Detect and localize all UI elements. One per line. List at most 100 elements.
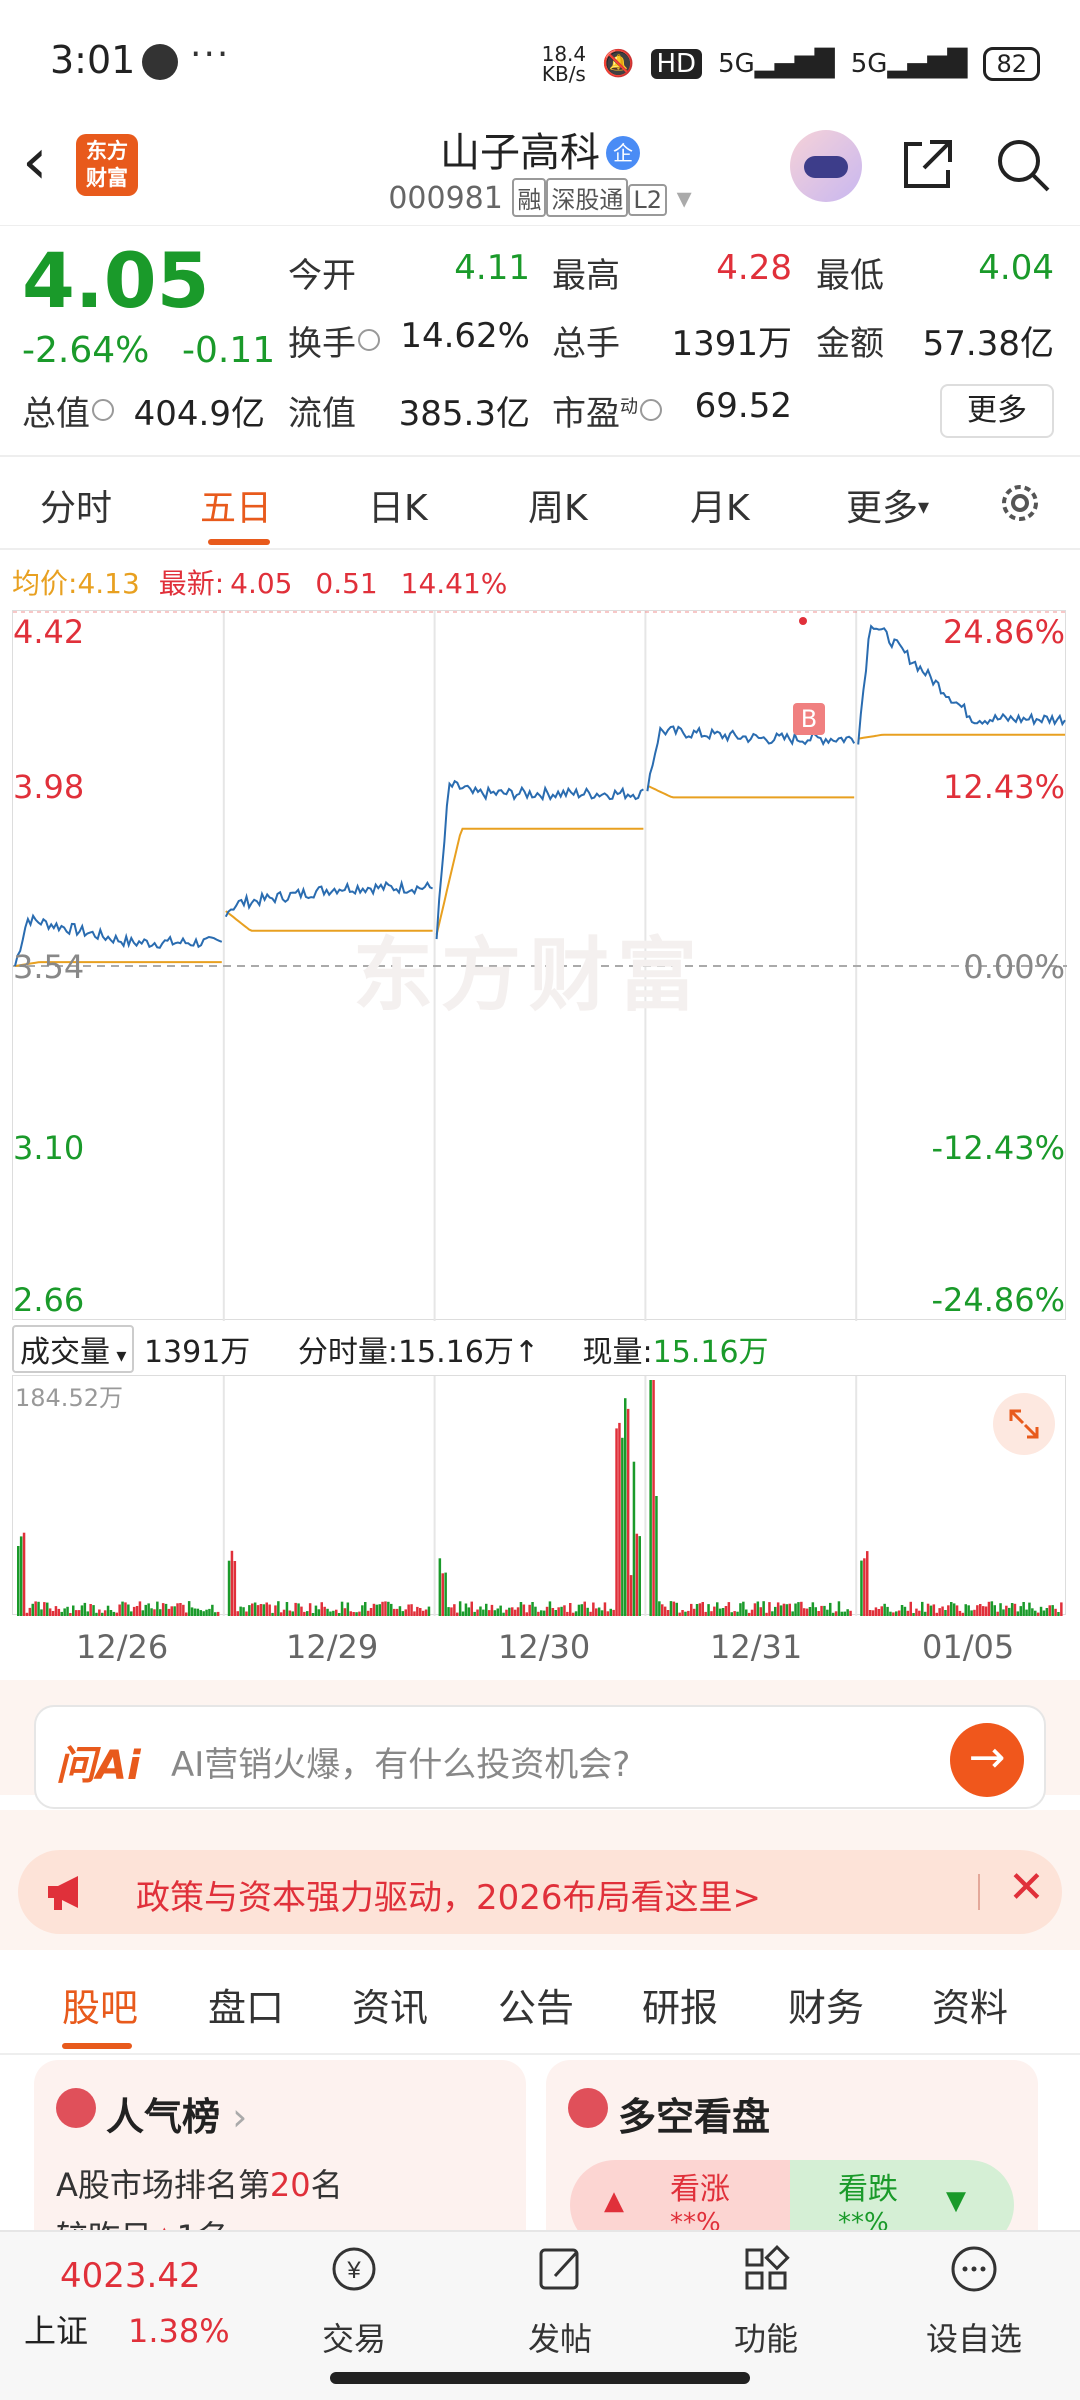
volume-bar — [820, 1605, 823, 1616]
edit-icon — [539, 2248, 579, 2290]
volume-bar — [1034, 1610, 1037, 1616]
volume-bar — [979, 1604, 982, 1616]
hd-icon: HD — [650, 49, 703, 79]
info-icon[interactable] — [92, 399, 114, 421]
ai-submit-button[interactable]: → — [950, 1723, 1024, 1797]
volume-bar — [753, 1603, 757, 1616]
caret-down-icon[interactable]: ▾ — [677, 181, 692, 216]
volume-bar — [288, 1610, 292, 1616]
volume-bar — [450, 1607, 453, 1616]
info-icon[interactable] — [640, 399, 662, 421]
volume-bar — [493, 1610, 497, 1616]
home-indicator[interactable] — [330, 2372, 750, 2384]
change-amount: -0.11 — [182, 330, 276, 371]
tab-monthly-k[interactable]: 月K — [690, 479, 750, 531]
info-tabs: 股吧 盘口 资讯 公告 研报 财务 资料 — [0, 1955, 1080, 2055]
volume-bar — [1010, 1603, 1014, 1616]
tab-finance[interactable]: 财务 — [788, 1977, 864, 2032]
search-icon[interactable] — [994, 136, 1052, 194]
volume-bar — [880, 1606, 883, 1616]
buy-marker[interactable]: B — [793, 703, 825, 735]
price-chart[interactable]: 东方财富 4.42 3.98 3.54 3.10 2.66 24.86% 12.… — [12, 610, 1067, 1321]
volume-bar — [205, 1609, 208, 1616]
volume-bar — [320, 1602, 323, 1616]
volume-bar — [739, 1603, 742, 1616]
volume-selector[interactable]: 成交量 ▾ — [12, 1325, 135, 1373]
volume-bar — [511, 1607, 514, 1616]
volume-bar — [361, 1605, 364, 1616]
volume-bar — [843, 1611, 846, 1616]
volume-bar — [698, 1603, 702, 1616]
volume-bar — [834, 1611, 838, 1616]
app-logo[interactable]: 东方 财富 — [76, 134, 138, 196]
volume-bar — [663, 1606, 667, 1616]
tab-forum[interactable]: 股吧 — [62, 1977, 138, 2032]
yen-coin-icon: ¥ — [332, 2247, 376, 2291]
index-ticker[interactable]: 4023.42 上证 1.38% — [24, 2256, 244, 2352]
volume-bar — [115, 1612, 118, 1616]
volume-bar — [548, 1601, 552, 1616]
gear-icon[interactable] — [996, 479, 1044, 527]
volume-bar — [390, 1603, 393, 1616]
signal-icon-2: 5G▂▄▆█ — [850, 49, 968, 79]
tab-news[interactable]: 资讯 — [352, 1977, 428, 2032]
info-icon[interactable] — [358, 329, 380, 351]
volume-bar — [230, 1550, 234, 1616]
tag-margin: 融 — [512, 178, 547, 217]
volume-bar — [944, 1610, 947, 1616]
volume-bar — [750, 1609, 754, 1616]
back-icon[interactable]: ‹ — [22, 130, 48, 194]
volume-bar — [1025, 1609, 1028, 1616]
volume-bar — [300, 1606, 303, 1616]
tab-five-day[interactable]: 五日 — [200, 479, 272, 531]
volume-bar — [736, 1611, 739, 1616]
ai-search-bar[interactable]: 问Ai AI营销火爆，有什么投资机会? → — [34, 1705, 1046, 1809]
volume-bar — [40, 1609, 43, 1616]
promo-banner[interactable]: 政策与资本强力驱动，2026布局看这里> ✕ — [18, 1850, 1062, 1934]
volume-bar — [871, 1610, 875, 1616]
ai-input-placeholder[interactable]: AI营销火爆，有什么投资机会? — [171, 1737, 630, 1786]
tab-more[interactable]: 更多▾ — [846, 479, 929, 531]
volume-chart[interactable]: 184.52万 — [12, 1375, 1066, 1616]
nav-functions[interactable]: 功能 — [706, 2242, 826, 2360]
bull-bear-title: 多空看盘 — [618, 2095, 771, 2139]
volume-bar — [161, 1603, 165, 1616]
volume-bar — [609, 1608, 612, 1616]
tab-profile[interactable]: 资料 — [932, 1977, 1008, 2032]
divider — [978, 1874, 980, 1910]
status-bar: 3:01 ··· 18.4 KB/s 🔕 HD 5G▂▄▆█ 5G▂▄▆█ 82 — [0, 0, 1080, 120]
nav-add-watchlist[interactable]: 设自选 — [914, 2242, 1034, 2360]
volume-bar — [1013, 1603, 1017, 1616]
volume-bar — [112, 1611, 116, 1616]
nav-trade[interactable]: ¥ 交易 — [294, 2242, 414, 2360]
tag-l2: L2 — [628, 184, 668, 216]
tab-daily-k[interactable]: 日K — [368, 479, 428, 531]
tab-announcements[interactable]: 公告 — [498, 1977, 574, 2032]
assistant-avatar[interactable] — [790, 130, 862, 202]
volume-bar — [999, 1603, 1002, 1616]
volume-bar — [135, 1606, 139, 1616]
share-icon[interactable] — [900, 136, 956, 192]
volume-bar — [138, 1601, 142, 1616]
tab-weekly-k[interactable]: 周K — [528, 479, 588, 531]
volume-bar — [762, 1601, 765, 1616]
volume-bar — [649, 1380, 652, 1616]
volume-bar — [672, 1601, 676, 1616]
tab-research[interactable]: 研报 — [642, 1977, 718, 2032]
tab-orderbook[interactable]: 盘口 — [208, 1977, 284, 2032]
promo-text[interactable]: 政策与资本强力驱动，2026布局看这里> — [136, 1870, 761, 1919]
more-quote-button[interactable]: 更多 — [940, 384, 1054, 438]
volume-bar — [185, 1612, 188, 1616]
nav-post[interactable]: 发帖 — [500, 2242, 620, 2360]
tab-intraday[interactable]: 分时 — [40, 479, 112, 531]
volume-bar — [632, 1461, 636, 1616]
volume-bar — [196, 1608, 200, 1616]
volume-bar — [485, 1603, 488, 1616]
close-icon[interactable]: ✕ — [1008, 1862, 1045, 1913]
volume-bar — [993, 1605, 996, 1616]
x-label-4: 01/05 — [922, 1628, 1015, 1666]
expand-icon[interactable] — [993, 1393, 1055, 1455]
avg-line — [858, 733, 1065, 740]
volume-bar — [542, 1610, 546, 1616]
volume-bar — [54, 1606, 58, 1616]
